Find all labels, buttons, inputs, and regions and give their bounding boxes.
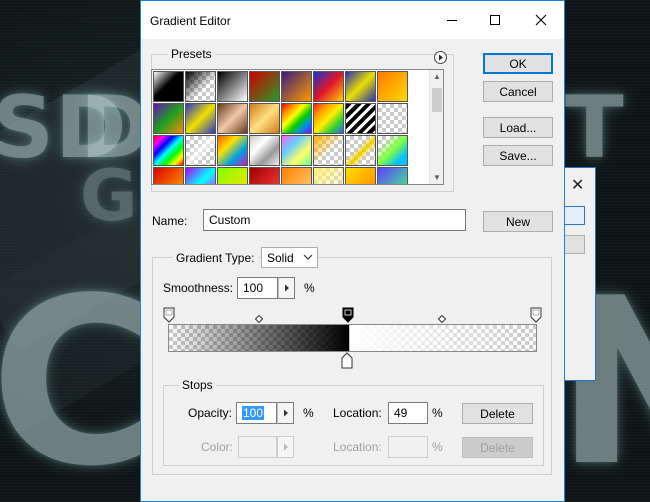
smoothness-label: Smoothness: bbox=[163, 281, 234, 295]
preset-swatch[interactable] bbox=[185, 103, 216, 134]
stops-label: Stops bbox=[179, 378, 216, 392]
preset-swatch[interactable] bbox=[377, 135, 408, 166]
scrollbar-thumb[interactable] bbox=[432, 88, 442, 112]
opacity-input[interactable]: 100 bbox=[236, 402, 277, 424]
background-letter: G bbox=[80, 155, 140, 237]
background-letter: C bbox=[0, 250, 161, 502]
preset-swatch[interactable] bbox=[249, 167, 280, 184]
play-arrow-icon bbox=[283, 409, 288, 417]
color-location-unit: % bbox=[432, 440, 443, 454]
presets-label: Presets bbox=[168, 47, 215, 61]
midpoint-diamond-icon[interactable] bbox=[255, 315, 263, 323]
smoothness-stepper[interactable] bbox=[278, 277, 295, 299]
opacity-location-input[interactable]: 49 bbox=[388, 402, 428, 424]
preset-swatch[interactable] bbox=[249, 71, 280, 102]
preset-swatch[interactable] bbox=[217, 167, 248, 184]
background-letter: T bbox=[565, 78, 626, 178]
preset-swatch[interactable] bbox=[377, 103, 408, 134]
opacity-stepper[interactable] bbox=[277, 402, 294, 424]
opacity-stop-left[interactable] bbox=[163, 307, 175, 323]
preset-swatch[interactable] bbox=[249, 135, 280, 166]
play-arrow-icon bbox=[284, 284, 289, 292]
name-input[interactable]: Custom bbox=[203, 209, 466, 231]
opacity-location-label: Location: bbox=[333, 406, 382, 420]
load-button[interactable]: Load... bbox=[483, 117, 553, 138]
preset-swatch[interactable] bbox=[217, 103, 248, 134]
preset-swatch[interactable] bbox=[345, 71, 376, 102]
preset-swatch[interactable] bbox=[313, 135, 344, 166]
preset-swatch[interactable] bbox=[313, 103, 344, 134]
preset-swatch[interactable] bbox=[185, 135, 216, 166]
preset-swatch[interactable] bbox=[313, 71, 344, 102]
preset-swatch[interactable] bbox=[281, 135, 312, 166]
presets-menu-button[interactable] bbox=[434, 51, 447, 64]
name-label: Name: bbox=[152, 214, 188, 228]
background-letter: S bbox=[0, 78, 56, 178]
delete-color-stop-button[interactable]: Delete bbox=[462, 437, 533, 458]
preset-swatch[interactable] bbox=[377, 71, 408, 102]
presets-list[interactable]: ▲ ▼ bbox=[151, 69, 444, 185]
preset-swatch[interactable] bbox=[153, 167, 184, 184]
close-button[interactable] bbox=[529, 8, 553, 32]
scroll-up-icon[interactable]: ▲ bbox=[433, 72, 441, 81]
color-swatch-field[interactable] bbox=[238, 436, 277, 458]
preset-swatch[interactable] bbox=[153, 103, 184, 134]
preset-swatch[interactable] bbox=[217, 71, 248, 102]
preset-swatch[interactable] bbox=[345, 135, 376, 166]
delete-opacity-stop-button[interactable]: Delete bbox=[462, 403, 533, 424]
chevron-down-icon bbox=[303, 251, 313, 266]
preset-swatch[interactable] bbox=[345, 167, 376, 184]
ok-button[interactable]: OK bbox=[483, 53, 553, 74]
gradient-type-label: Gradient Type: bbox=[173, 251, 258, 265]
preset-swatch[interactable] bbox=[249, 103, 280, 134]
close-icon bbox=[535, 14, 547, 26]
color-location-input[interactable] bbox=[388, 436, 428, 458]
save-button[interactable]: Save... bbox=[483, 145, 553, 166]
opacity-unit: % bbox=[303, 406, 314, 420]
minimize-icon bbox=[447, 20, 457, 21]
opacity-location-unit: % bbox=[432, 406, 443, 420]
gradient-type-select[interactable]: Solid bbox=[261, 247, 318, 268]
gradient-editor-dialog: Gradient Editor Presets ▲ ▼ OK Cancel Lo… bbox=[140, 0, 565, 502]
preset-swatch[interactable] bbox=[345, 103, 376, 134]
preset-swatch[interactable] bbox=[281, 103, 312, 134]
maximize-button[interactable] bbox=[483, 8, 507, 32]
preset-swatch[interactable] bbox=[377, 167, 408, 184]
opacity-value: 100 bbox=[242, 406, 265, 420]
gradient-type-value: Solid bbox=[267, 251, 294, 265]
color-stepper[interactable] bbox=[277, 436, 294, 458]
preset-swatch[interactable] bbox=[281, 71, 312, 102]
scroll-down-icon[interactable]: ▼ bbox=[433, 173, 441, 182]
maximize-icon bbox=[490, 15, 500, 25]
presets-scrollbar[interactable]: ▲ ▼ bbox=[429, 70, 443, 184]
preset-swatch[interactable] bbox=[185, 167, 216, 184]
preset-swatch[interactable] bbox=[217, 135, 248, 166]
color-label: Color: bbox=[201, 440, 234, 454]
title-bar[interactable]: Gradient Editor bbox=[141, 1, 564, 39]
opacity-stop-selected[interactable] bbox=[342, 307, 354, 323]
opacity-stop-right[interactable] bbox=[530, 307, 542, 323]
preset-swatch[interactable] bbox=[185, 71, 216, 102]
play-arrow-icon bbox=[439, 54, 443, 61]
gradient-preview-bar[interactable] bbox=[168, 324, 537, 352]
minimize-button[interactable] bbox=[440, 8, 464, 32]
smoothness-input[interactable]: 100 bbox=[237, 277, 278, 299]
dialog-title: Gradient Editor bbox=[150, 14, 231, 28]
preset-swatch[interactable] bbox=[281, 167, 312, 184]
preset-swatch[interactable] bbox=[313, 167, 344, 184]
close-icon[interactable]: ✕ bbox=[571, 175, 584, 195]
preset-swatch[interactable] bbox=[153, 71, 184, 102]
color-stop[interactable] bbox=[341, 352, 353, 369]
cancel-button[interactable]: Cancel bbox=[483, 81, 553, 102]
preset-swatch[interactable] bbox=[153, 135, 184, 166]
background-dialog: ✕ bbox=[560, 167, 596, 381]
color-location-label: Location: bbox=[333, 440, 382, 454]
midpoint-diamond-icon[interactable] bbox=[438, 315, 446, 323]
play-arrow-icon bbox=[283, 443, 288, 451]
smoothness-unit: % bbox=[304, 281, 315, 295]
opacity-label: Opacity: bbox=[188, 406, 233, 420]
new-button[interactable]: New bbox=[483, 211, 553, 232]
